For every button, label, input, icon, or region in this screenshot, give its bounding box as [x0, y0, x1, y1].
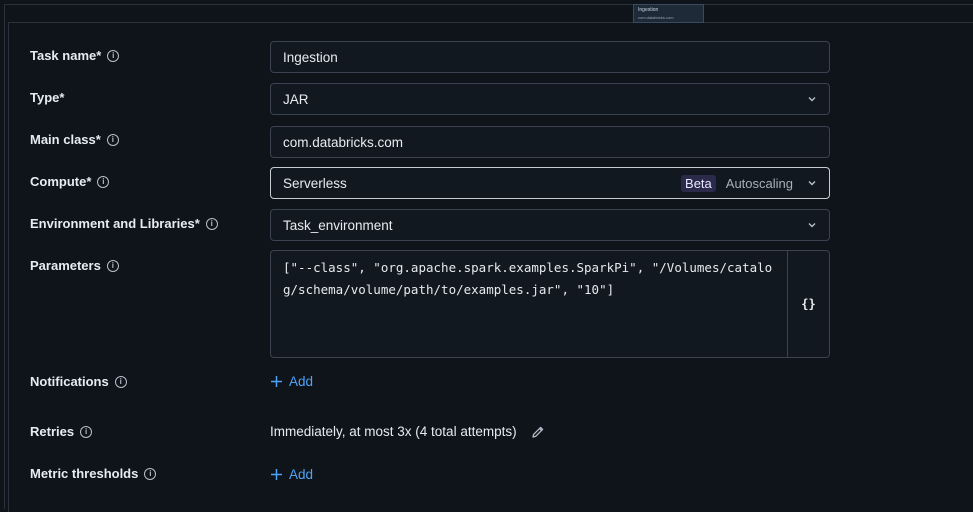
metric-thresholds-label-text: Metric thresholds [30, 466, 139, 481]
add-notification-label: Add [289, 374, 314, 389]
info-icon[interactable]: i [114, 375, 127, 388]
main-class-label-text: Main class* [30, 132, 101, 147]
retries-label-text: Retries [30, 424, 75, 439]
parameters-label-text: Parameters [30, 258, 101, 273]
preview-subtitle: com.databricks.com [638, 15, 674, 20]
retries-value: Immediately, at most 3x (4 total attempt… [270, 424, 517, 439]
chevron-down-icon [807, 220, 817, 230]
info-icon[interactable]: i [107, 49, 120, 62]
add-notification-button[interactable]: Add [270, 374, 313, 389]
info-icon[interactable]: i [106, 133, 119, 146]
environment-label: Environment and Libraries* i [30, 216, 218, 231]
info-icon[interactable]: i [80, 425, 93, 438]
environment-label-text: Environment and Libraries* [30, 216, 200, 231]
plus-icon [270, 468, 283, 481]
autoscaling-label: Autoscaling [725, 175, 793, 191]
info-icon[interactable]: i [106, 259, 119, 272]
add-metric-threshold-label: Add [289, 467, 314, 482]
info-icon[interactable]: i [205, 217, 218, 230]
chevron-down-icon [807, 178, 817, 188]
type-label: Type* [30, 90, 64, 105]
task-name-input[interactable]: Ingestion [270, 41, 830, 73]
compute-label-text: Compute* [30, 174, 92, 189]
parameters-editor[interactable]: ["--class", "org.apache.spark.examples.S… [270, 250, 830, 358]
task-preview-thumbnail[interactable]: Ingestion com.databricks.com [633, 4, 704, 23]
main-class-value: com.databricks.com [283, 134, 404, 150]
type-select[interactable]: JAR [270, 83, 830, 115]
main-class-label: Main class* i [30, 132, 119, 147]
plus-icon [270, 375, 283, 388]
task-name-value: Ingestion [283, 49, 338, 65]
task-name-label: Task name* i [30, 48, 120, 63]
main-class-input[interactable]: com.databricks.com [270, 126, 830, 158]
retries-summary: Immediately, at most 3x (4 total attempt… [270, 424, 545, 439]
compute-value: Serverless [283, 175, 347, 191]
parameters-label: Parameters i [30, 258, 119, 273]
json-toggle-button[interactable]: {} [787, 251, 829, 357]
add-metric-threshold-button[interactable]: Add [270, 467, 313, 482]
notifications-label: Notifications i [30, 374, 127, 389]
task-name-label-text: Task name* [30, 48, 102, 63]
type-label-text: Type* [30, 90, 65, 105]
notifications-label-text: Notifications [30, 374, 109, 389]
info-icon[interactable]: i [97, 175, 110, 188]
compute-label: Compute* i [30, 174, 110, 189]
parameters-value[interactable]: ["--class", "org.apache.spark.examples.S… [283, 257, 783, 301]
compute-select[interactable]: Serverless Beta Autoscaling [270, 167, 830, 199]
type-value: JAR [283, 91, 309, 107]
retries-label: Retries i [30, 424, 93, 439]
beta-badge: Beta [681, 174, 716, 192]
info-icon[interactable]: i [144, 467, 157, 480]
environment-select[interactable]: Task_environment [270, 209, 830, 241]
pencil-icon[interactable] [531, 425, 545, 439]
metric-thresholds-label: Metric thresholds i [30, 466, 157, 481]
chevron-down-icon [807, 94, 817, 104]
preview-title: Ingestion [638, 7, 659, 13]
environment-value: Task_environment [283, 217, 393, 233]
